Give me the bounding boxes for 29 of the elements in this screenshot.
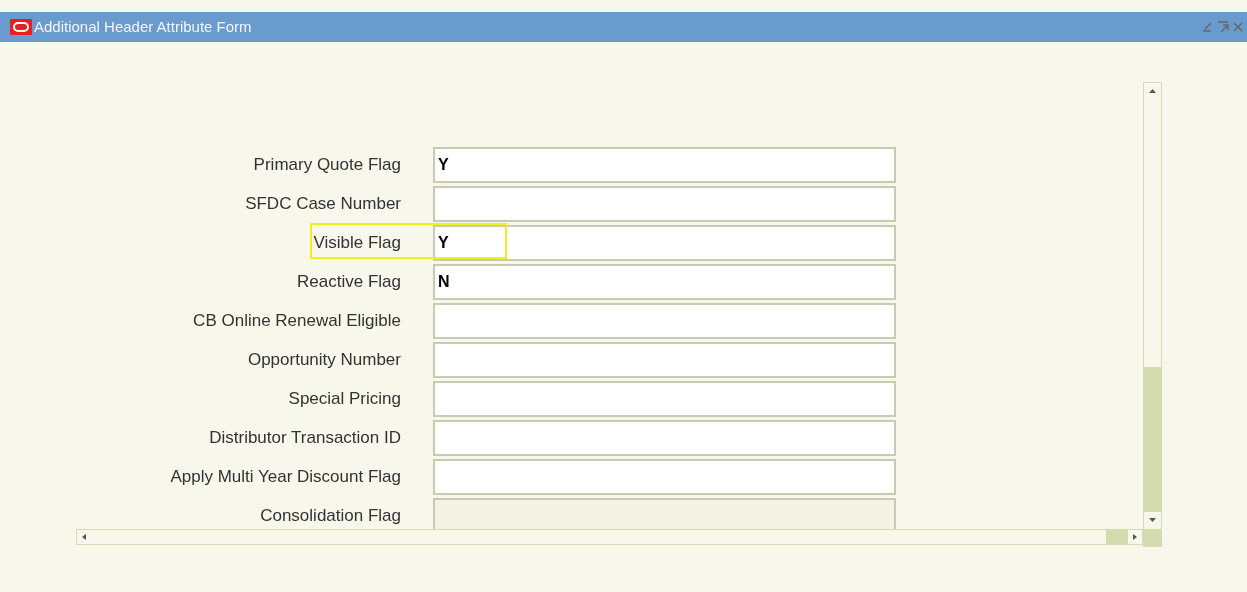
input-field[interactable]: Y [433,147,896,183]
input-field[interactable] [433,381,896,417]
field-label: SFDC Case Number [244,193,402,216]
maximize-icon[interactable] [1217,21,1229,33]
input-field[interactable] [433,186,896,222]
input-field[interactable]: N [433,264,896,300]
horizontal-scrollbar[interactable] [76,528,1143,545]
field-label: Primary Quote Flag [252,154,402,177]
close-icon[interactable] [1233,21,1243,33]
vertical-scrollbar[interactable] [1143,82,1162,547]
input-field[interactable] [433,342,896,378]
field-label: Consolidation Flag [259,505,402,528]
scrollbar-thumb[interactable] [1106,529,1128,544]
input-field[interactable]: Y [433,225,896,261]
input-field[interactable] [433,420,896,456]
minimize-icon[interactable] [1201,21,1213,33]
input-field[interactable] [433,459,896,495]
field-label: CB Online Renewal Eligible [192,310,402,333]
app-logo-icon [10,19,32,35]
field-label: Reactive Flag [296,271,402,294]
field-label: Visible Flag [312,232,402,255]
field-label: Special Pricing [287,388,402,411]
window-title: Additional Header Attribute Form [34,16,252,37]
scrollbar-corner [1144,529,1161,546]
field-label: Apply Multi Year Discount Flag [169,466,402,489]
field-label: Distributor Transaction ID [208,427,402,450]
scrollbar-thumb[interactable] [1144,367,1161,512]
input-field[interactable] [433,303,896,339]
field-label: Opportunity Number [246,349,402,372]
